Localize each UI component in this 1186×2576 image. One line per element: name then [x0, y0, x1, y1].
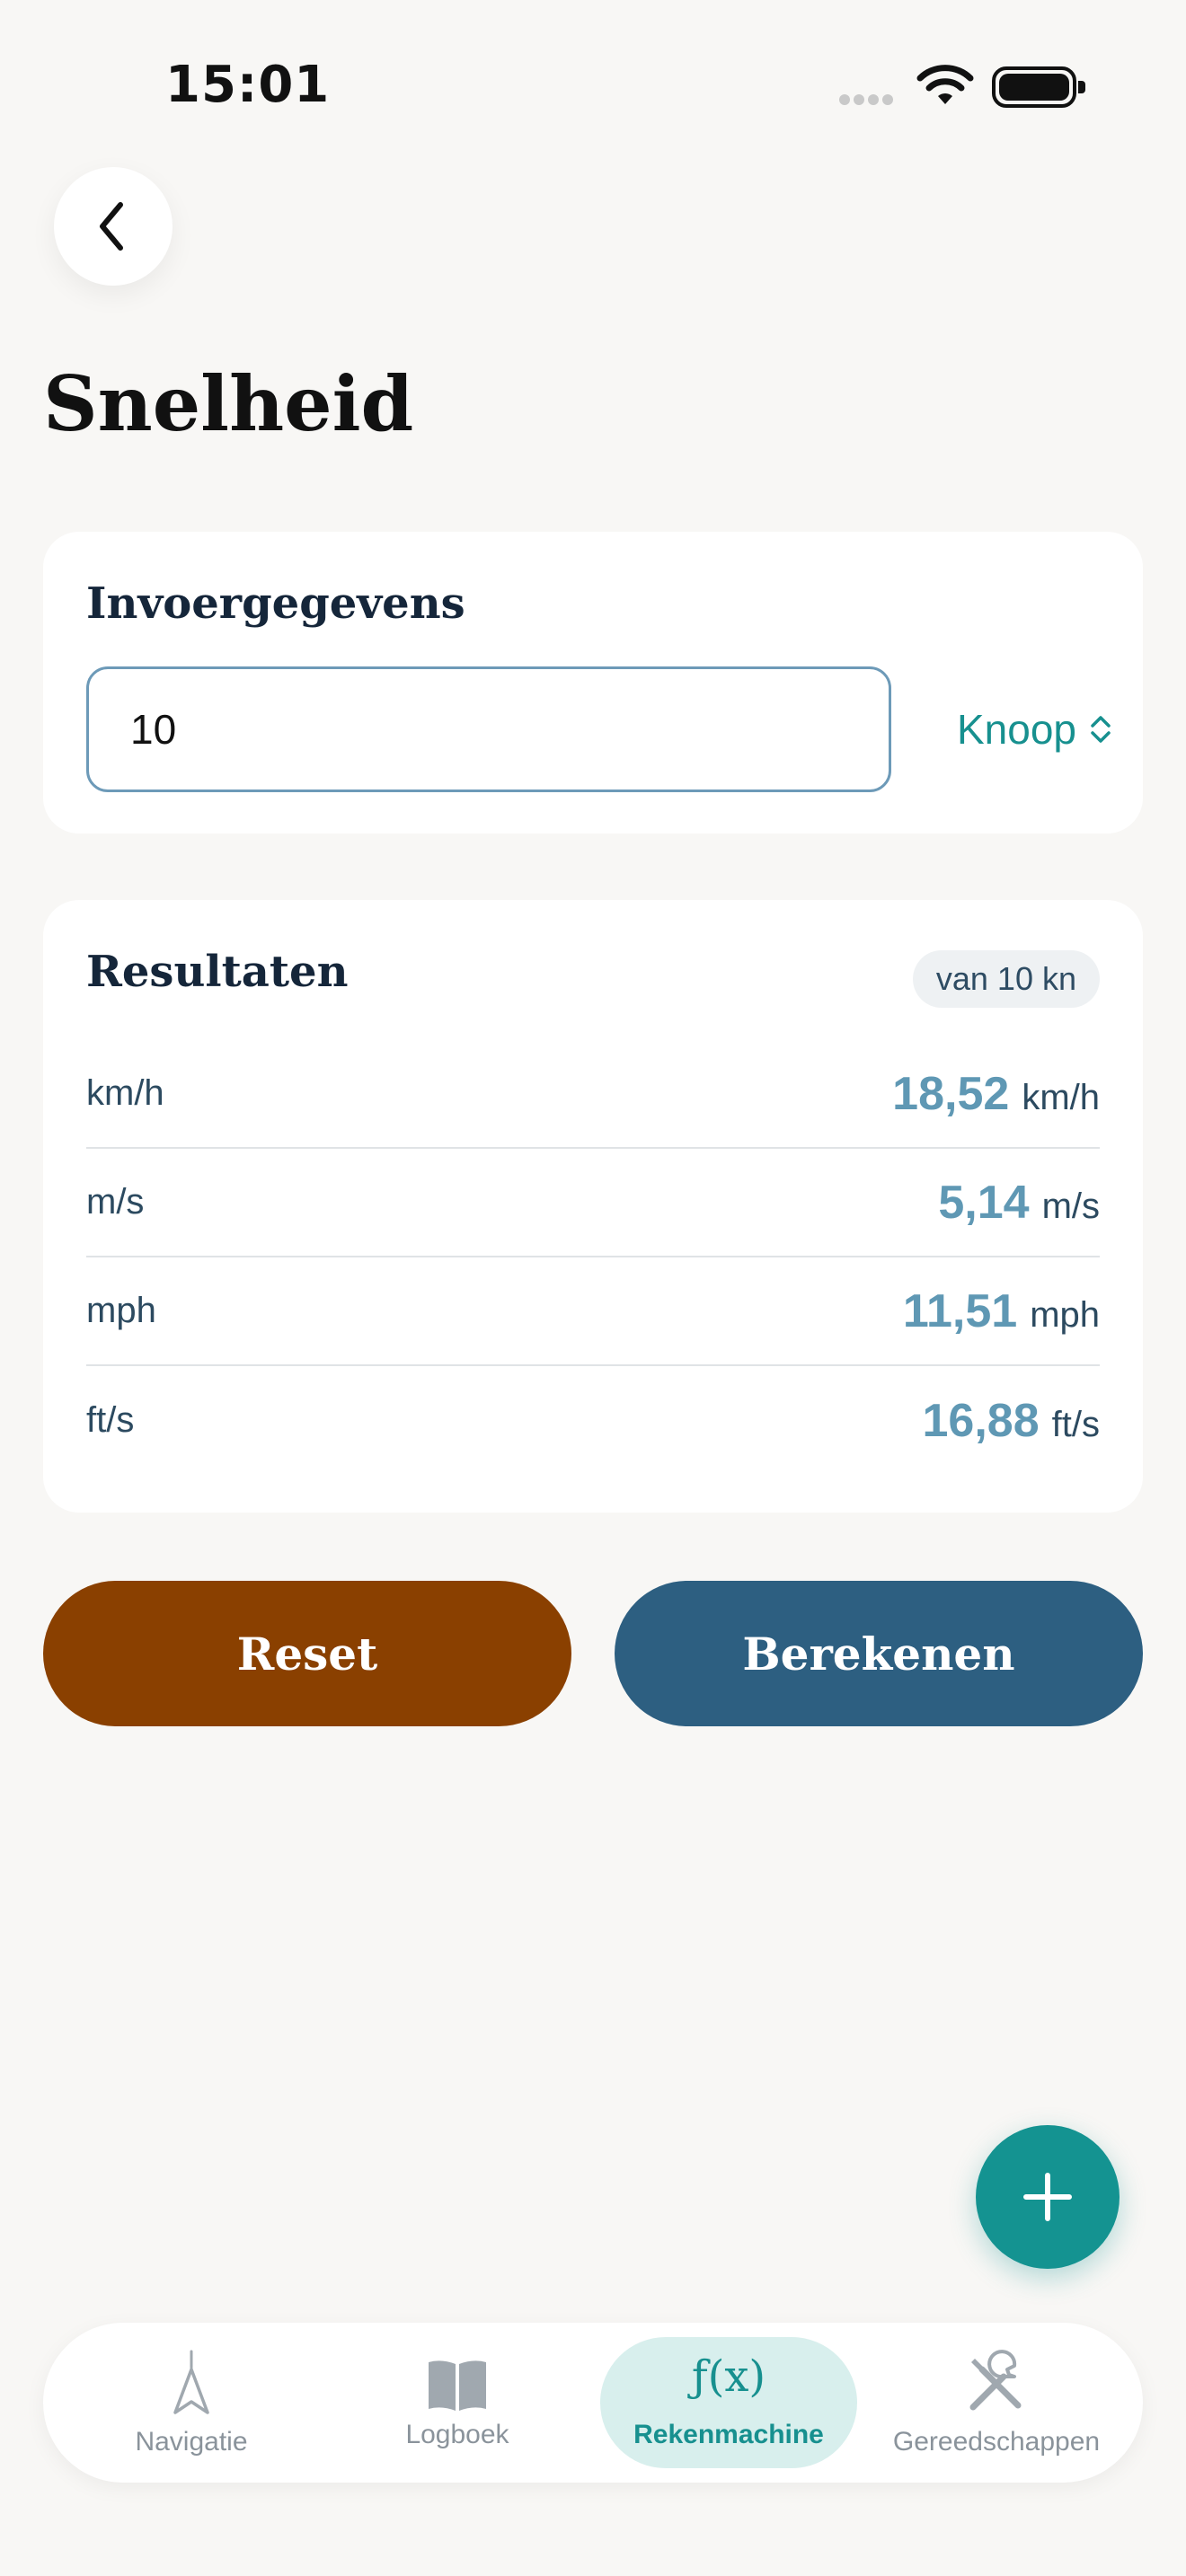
battery-icon — [992, 66, 1085, 108]
result-unit: mph — [1030, 1294, 1100, 1335]
result-row: m/s 5,14 m/s — [86, 1149, 1100, 1257]
result-unit: ft/s — [1051, 1404, 1100, 1444]
tab-logboek[interactable]: Logboek — [329, 2337, 586, 2468]
tab-navigatie[interactable]: Navigatie — [63, 2337, 320, 2468]
calculate-button[interactable]: Berekenen — [615, 1581, 1143, 1726]
tools-icon — [969, 2350, 1022, 2411]
result-value: 18,52 km/h — [892, 1067, 1100, 1121]
source-badge: van 10 kn — [912, 950, 1100, 1008]
unit-select-label: Knoop — [956, 706, 1076, 753]
result-row: mph 11,51 mph — [86, 1257, 1100, 1366]
tab-bar: Navigatie Logboek ƒ(x) Rekenmachine Gere… — [43, 2323, 1143, 2483]
result-value: 5,14 m/s — [938, 1176, 1100, 1230]
result-row: ft/s 16,88 ft/s — [86, 1366, 1100, 1475]
result-value: 11,51 mph — [903, 1284, 1100, 1338]
function-icon: ƒ(x) — [691, 2351, 766, 2402]
add-button[interactable] — [976, 2125, 1120, 2269]
input-card-title: Invoergegevens — [86, 578, 465, 629]
result-number: 18,52 — [892, 1067, 1010, 1120]
reset-button[interactable]: Reset — [43, 1581, 571, 1726]
tab-label: Rekenmachine — [633, 2420, 824, 2449]
results-card: Resultaten van 10 kn km/h 18,52 km/h m/s… — [43, 900, 1143, 1513]
result-number: 16,88 — [922, 1394, 1040, 1447]
cellular-signal-icon — [839, 93, 897, 110]
tab-label: Logboek — [405, 2420, 509, 2449]
tab-rekenmachine[interactable]: ƒ(x) Rekenmachine — [600, 2337, 857, 2468]
chevron-left-icon — [100, 202, 123, 251]
status-time: 15:01 — [165, 56, 331, 114]
result-label: mph — [86, 1291, 156, 1330]
input-card: Invoergegevens Knoop — [43, 532, 1143, 834]
back-button[interactable] — [54, 167, 173, 286]
chevron-up-down-icon — [1091, 716, 1111, 743]
status-bar: 15:01 — [0, 0, 1186, 171]
result-label: ft/s — [86, 1400, 135, 1440]
result-label: km/h — [86, 1073, 164, 1113]
result-number: 5,14 — [938, 1176, 1030, 1229]
result-unit: km/h — [1022, 1077, 1100, 1117]
value-input[interactable] — [86, 666, 891, 792]
unit-select[interactable]: Knoop — [933, 666, 1112, 792]
result-number: 11,51 — [902, 1284, 1018, 1337]
results-card-title: Resultaten — [86, 947, 349, 997]
plus-icon — [1023, 2173, 1072, 2221]
page-title: Snelheid — [43, 359, 414, 448]
book-icon — [429, 2360, 486, 2411]
result-row: km/h 18,52 km/h — [86, 1040, 1100, 1149]
tab-gereedschappen[interactable]: Gereedschappen — [868, 2337, 1125, 2468]
compass-icon — [173, 2350, 209, 2414]
wifi-icon — [916, 65, 974, 112]
tab-label: Navigatie — [135, 2427, 248, 2457]
result-label: m/s — [86, 1182, 145, 1222]
tab-label: Gereedschappen — [892, 2427, 1101, 2457]
result-value: 16,88 ft/s — [923, 1394, 1100, 1448]
result-unit: m/s — [1041, 1186, 1100, 1226]
